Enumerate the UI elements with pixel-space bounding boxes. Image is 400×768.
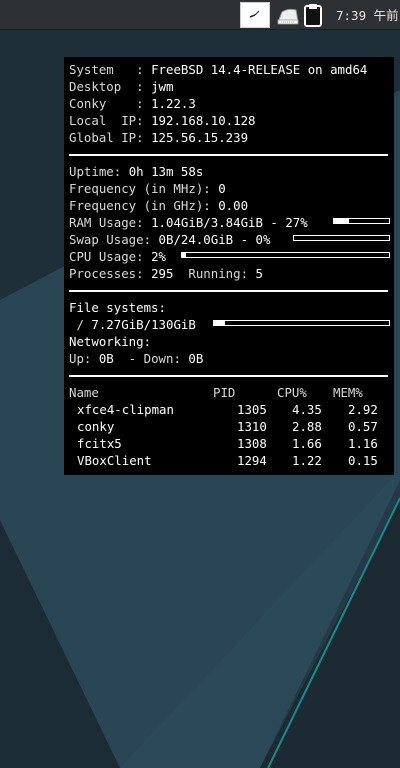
- process-table-header: Name PID CPU% MEM%: [69, 384, 390, 401]
- system-label: System: [69, 62, 137, 77]
- header-mem: MEM%: [333, 385, 363, 400]
- cpu-label: CPU Usage:: [69, 249, 152, 264]
- freq-ghz-value: 0.00: [218, 198, 249, 213]
- process-mem: 2.92: [348, 402, 378, 417]
- processes-row: Processes: 295 Running: 5: [69, 265, 390, 282]
- local-ip-value: 192.168.10.128: [151, 113, 256, 128]
- uptime-row: Uptime: 0h 13m 58s: [69, 163, 390, 180]
- top-panel: 7:39 午前: [0, 0, 400, 30]
- local-ip-label: Local IP: [69, 113, 137, 128]
- swap-usage-bar: [293, 235, 390, 241]
- usb-device-icon[interactable]: [274, 4, 300, 26]
- freq-mhz-value: 0: [218, 181, 226, 196]
- panel-clock[interactable]: 7:39 午前: [336, 5, 399, 24]
- uptime-value: 0h 13m 58s: [128, 164, 204, 179]
- ram-row: RAM Usage: 1.04GiB/3.84GiB - 27%: [69, 214, 390, 231]
- process-pid: 1310: [237, 419, 267, 434]
- global-ip-label: Global IP: [69, 130, 137, 145]
- process-pid: 1308: [237, 436, 267, 451]
- table-row: fcitx5 1308 1.66 1.16: [69, 435, 390, 452]
- divider: [69, 146, 390, 163]
- freq-mhz-label: Frequency (in MHz):: [69, 181, 219, 196]
- process-pid: 1305: [237, 402, 267, 417]
- divider: [69, 367, 390, 384]
- fs-root-row: / 7.27GiB/130GiB: [69, 316, 390, 333]
- process-name: conky: [77, 419, 115, 434]
- table-row: xfce4-clipman 1305 4.35 2.92: [69, 401, 390, 418]
- process-pid: 1294: [237, 453, 267, 468]
- fs-root-mount: /: [69, 317, 92, 332]
- running-value: 5: [255, 266, 263, 281]
- header-name: Name: [69, 385, 99, 400]
- process-mem: 0.57: [348, 419, 378, 434]
- local-ip-row: Local IP: 192.168.10.128: [69, 113, 256, 128]
- process-cpu: 1.22: [292, 453, 322, 468]
- processes-value: 295: [151, 266, 174, 281]
- process-cpu: 4.35: [292, 402, 322, 417]
- ram-usage-bar-fill: [334, 219, 349, 223]
- ram-value: 1.04GiB/3.84GiB - 27%: [151, 215, 308, 230]
- desktop-row: Desktop : jwm: [69, 79, 174, 94]
- ram-usage-bar: [333, 218, 390, 224]
- desktop-value: jwm: [151, 79, 174, 94]
- freq-ghz-row: Frequency (in GHz): 0.00: [69, 197, 390, 214]
- processes-label: Processes:: [69, 266, 152, 281]
- header-pid: PID: [213, 385, 236, 400]
- filesystems-heading: File systems:: [69, 300, 166, 315]
- swap-value: 0B/24.0GiB - 0%: [158, 232, 271, 247]
- global-ip-value: 125.56.15.239: [151, 130, 249, 145]
- up-value: 0B: [98, 351, 114, 366]
- conky-version-value: 1.22.3: [151, 96, 196, 111]
- table-row: conky 1310 2.88 0.57: [69, 418, 390, 435]
- process-name: VBoxClient: [77, 453, 152, 468]
- freq-mhz-row: Frequency (in MHz): 0: [69, 180, 390, 197]
- cpu-usage-bar: [181, 252, 390, 258]
- running-label: Running:: [188, 266, 256, 281]
- conky-widget: System : FreeBSD 14.4-RELEASE on amd64 D…: [64, 57, 394, 475]
- process-mem: 0.15: [348, 453, 378, 468]
- down-label: - Down:: [113, 351, 189, 366]
- down-value: 0B: [188, 351, 204, 366]
- process-mem: 1.16: [348, 436, 378, 451]
- uptime-label: Uptime:: [69, 164, 129, 179]
- desktop-label: Desktop: [69, 79, 137, 94]
- ram-label: RAM Usage:: [69, 215, 152, 230]
- cpu-usage-bar-fill: [182, 253, 187, 257]
- networking-heading: Networking:: [69, 334, 152, 349]
- fs-root-usage-bar-fill: [214, 321, 225, 325]
- swap-label: Swap Usage:: [69, 232, 159, 247]
- clock-icon[interactable]: [240, 2, 270, 28]
- cpu-row: CPU Usage: 2%: [69, 248, 390, 265]
- network-row: Up: 0B - Down: 0B: [69, 350, 390, 367]
- up-label: Up:: [69, 351, 99, 366]
- fs-root-value: 7.27GiB/130GiB: [91, 317, 196, 332]
- process-name: xfce4-clipman: [77, 402, 174, 417]
- swap-row: Swap Usage: 0B/24.0GiB - 0%: [69, 231, 390, 248]
- fs-root-usage-bar: [213, 320, 390, 326]
- system-row: System : FreeBSD 14.4-RELEASE on amd64: [69, 62, 368, 77]
- system-value: FreeBSD 14.4-RELEASE on amd64: [151, 62, 368, 77]
- cpu-value: 2%: [151, 249, 166, 264]
- header-cpu: CPU%: [277, 385, 307, 400]
- clipboard-icon[interactable]: [301, 2, 325, 28]
- process-name: fcitx5: [77, 436, 122, 451]
- process-cpu: 1.66: [292, 436, 322, 451]
- conky-version-label: Conky: [69, 96, 137, 111]
- freq-ghz-label: Frequency (in GHz):: [69, 198, 219, 213]
- global-ip-row: Global IP: 125.56.15.239: [69, 130, 249, 145]
- divider: [69, 282, 390, 299]
- process-cpu: 2.88: [292, 419, 322, 434]
- table-row: VBoxClient 1294 1.22 0.15: [69, 452, 390, 469]
- conky-version-row: Conky : 1.22.3: [69, 96, 196, 111]
